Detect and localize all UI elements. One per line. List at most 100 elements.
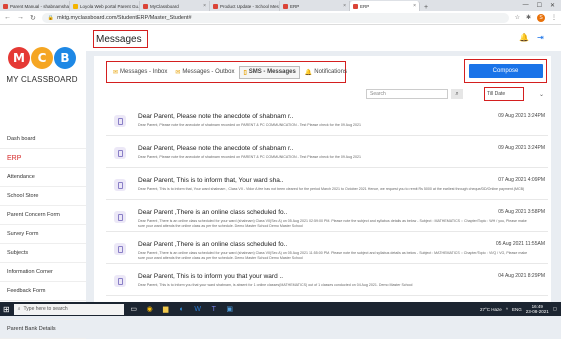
compose-highlight: Compose — [464, 59, 547, 83]
search-input[interactable]: Search — [366, 89, 448, 99]
close-tab-icon[interactable]: × — [413, 3, 416, 9]
message-list: Dear Parent, Please note the anecdote of… — [106, 104, 548, 296]
back-arrow-icon[interactable]: ← — [4, 14, 11, 21]
message-row[interactable]: Dear Parent, Please note the anecdote of… — [106, 136, 548, 168]
close-tab-icon[interactable]: × — [343, 3, 346, 9]
forward-arrow-icon[interactable]: → — [17, 14, 24, 21]
close-window-icon[interactable]: ✕ — [550, 2, 555, 9]
browser-tab-label: Product Update - School Mess... — [220, 3, 280, 9]
tab-favicon-icon — [73, 3, 78, 9]
tray-chevron-up-icon[interactable]: ^ — [506, 307, 508, 312]
message-row[interactable]: Dear Parent, This is to inform you that … — [106, 264, 548, 296]
browser-tab[interactable]: MyClassboard × — [140, 1, 210, 11]
message-title: Dear Parent, Please note the anecdote of… — [138, 145, 294, 152]
clock-date: 23-08-2021 — [525, 309, 549, 314]
bell-icon[interactable]: 🔔 — [519, 33, 529, 42]
top-header: Messages 🔔 ⇥ — [86, 25, 561, 51]
logo-letter-circle: B — [54, 47, 76, 69]
minimize-icon[interactable]: — — [523, 2, 529, 9]
notification-icon[interactable]: ▢ — [553, 306, 557, 312]
date-filter-value: Till Date — [487, 91, 506, 97]
sidebar-item-information-corner[interactable]: Information Corner — [0, 263, 86, 282]
message-title: Dear Parent ,There is an online class sc… — [138, 241, 288, 248]
sidebar-item-erp[interactable]: ERP — [0, 149, 86, 168]
word-icon[interactable]: W — [192, 304, 204, 314]
more-menu-icon[interactable]: ⋮ — [551, 14, 557, 21]
tab-messages-outbox[interactable]: ✉ Messages - Outbox — [172, 66, 237, 79]
tab-notifications[interactable]: 🔔 Notifications — [302, 66, 350, 79]
tab-label: Messages - Inbox — [120, 69, 168, 75]
tab-sms-messages[interactable]: ▯ SMS - Messages — [239, 65, 300, 79]
logo-letter-circle: C — [31, 47, 53, 69]
sidebar-item-attendance[interactable]: Attendance — [0, 168, 86, 187]
chrome-icon[interactable]: ◉ — [144, 304, 156, 314]
close-tab-icon[interactable]: × — [203, 3, 206, 9]
weather-text[interactable]: 27°C Haze — [480, 307, 502, 312]
compose-button[interactable]: Compose — [468, 64, 543, 78]
tab-favicon-icon — [143, 3, 148, 9]
chevron-down-icon[interactable]: ⌄ — [539, 91, 544, 98]
logout-icon[interactable]: ⇥ — [537, 33, 544, 42]
sidebar: MCB MY CLASSBOARD Dash board ERP Attendanc… — [0, 25, 86, 339]
url-field[interactable]: 🔒 mktg.myclassboard.com/StudentERP/Maste… — [41, 12, 509, 23]
message-row[interactable]: Dear Parent, This is to inform that, You… — [106, 168, 548, 200]
reload-icon[interactable]: ↻ — [30, 14, 36, 22]
message-date: 05 Aug 2021 11:55AM — [495, 241, 545, 247]
message-title: Dear Parent ,There is an online class sc… — [138, 209, 288, 216]
main-content: Messages 🔔 ⇥ ✉ Messages - Inbox ✉ Messages … — [86, 25, 561, 302]
star-icon[interactable]: ☆ — [515, 14, 520, 21]
browser-tab[interactable]: Product Update - School Mess...× — [210, 1, 280, 11]
browser-tab[interactable]: ERP × — [350, 1, 420, 11]
browser-tab[interactable]: Loyola Web portal Parent Gu...× — [70, 1, 140, 11]
sidebar-item-school-store[interactable]: School Store — [0, 187, 86, 206]
message-row[interactable]: Dear Parent, Please note the anecdote of… — [106, 104, 548, 136]
sidebar-item-parent-bank-details[interactable]: Parent Bank Details — [0, 320, 86, 339]
window-controls: — ☐ ✕ — [523, 2, 561, 9]
edge-icon[interactable]: ◐ — [176, 304, 188, 314]
page-title: Messages — [93, 30, 148, 48]
new-tab-button[interactable]: + — [420, 4, 432, 11]
browser-tab-strip: Parent Manual - shabnamshaikh×Loyola Web… — [0, 0, 561, 11]
tab-label: SMS - Messages — [248, 69, 296, 75]
browser-tab-label: ERP — [360, 3, 370, 9]
task-view-icon[interactable]: ▭ — [128, 304, 140, 314]
browser-tab-label: Loyola Web portal Parent Gu... — [80, 3, 140, 9]
file-explorer-icon[interactable]: ▆ — [160, 304, 172, 314]
sidebar-item-parent-concern-form[interactable]: Parent Concern Form — [0, 206, 86, 225]
browser-tab[interactable]: Parent Manual - shabnamshaikh× — [0, 1, 70, 11]
language-indicator[interactable]: ENG — [512, 307, 522, 312]
teams-icon[interactable]: T — [208, 304, 220, 314]
date-filter-select[interactable]: Till Date — [484, 87, 524, 101]
browser-tab-label: ERP — [290, 3, 300, 9]
sms-message-icon — [114, 115, 126, 127]
taskbar-search-input[interactable]: ⌕ Type here to search — [13, 303, 124, 315]
message-tabs: ✉ Messages - Inbox ✉ Messages - Outbox ▯ SMS … — [106, 61, 347, 83]
tab-favicon-icon — [213, 3, 218, 9]
sms-message-icon — [114, 243, 126, 255]
message-title: Dear Parent, Please note the anecdote of… — [138, 113, 294, 120]
maximize-icon[interactable]: ☐ — [537, 2, 542, 9]
message-body: Dear Parent, Please note the anecdote of… — [138, 123, 362, 127]
message-date: 09 Aug 2021 3:24PM — [498, 145, 545, 151]
tab-favicon-icon — [353, 3, 358, 9]
search-icon: ⌕ — [17, 306, 21, 312]
windows-start-icon[interactable]: ⊞ — [3, 305, 10, 314]
message-date: 04 Aug 2021 8:29PM — [498, 273, 545, 279]
message-row[interactable]: Dear Parent ,There is an online class sc… — [106, 200, 548, 232]
tab-messages-inbox[interactable]: ✉ Messages - Inbox — [110, 66, 170, 79]
lock-icon: 🔒 — [47, 14, 55, 21]
sidebar-item-feedback-form[interactable]: Feedback Form — [0, 282, 86, 301]
sidebar-item-subjects[interactable]: Subjects — [0, 244, 86, 263]
message-row[interactable]: Dear Parent ,There is an online class sc… — [106, 232, 548, 264]
sidebar-item-dash-board[interactable]: Dash board — [0, 130, 86, 149]
browser-tab[interactable]: ERP × — [280, 1, 350, 11]
search-icon[interactable]: ⌕ — [451, 89, 463, 99]
tab-icon: ✉ — [175, 69, 181, 76]
extensions-icon[interactable]: ✱ — [526, 14, 531, 21]
profile-avatar[interactable]: S — [537, 13, 545, 22]
message-date: 05 Aug 2021 3:58PM — [498, 209, 545, 215]
system-tray: 27°C Haze ^ ENG 16:49 23-08-2021 ▢ — [480, 304, 561, 314]
clock[interactable]: 16:49 23-08-2021 — [526, 304, 549, 314]
store-icon[interactable]: ▣ — [224, 304, 236, 314]
sidebar-item-survey-form[interactable]: Survey Form — [0, 225, 86, 244]
